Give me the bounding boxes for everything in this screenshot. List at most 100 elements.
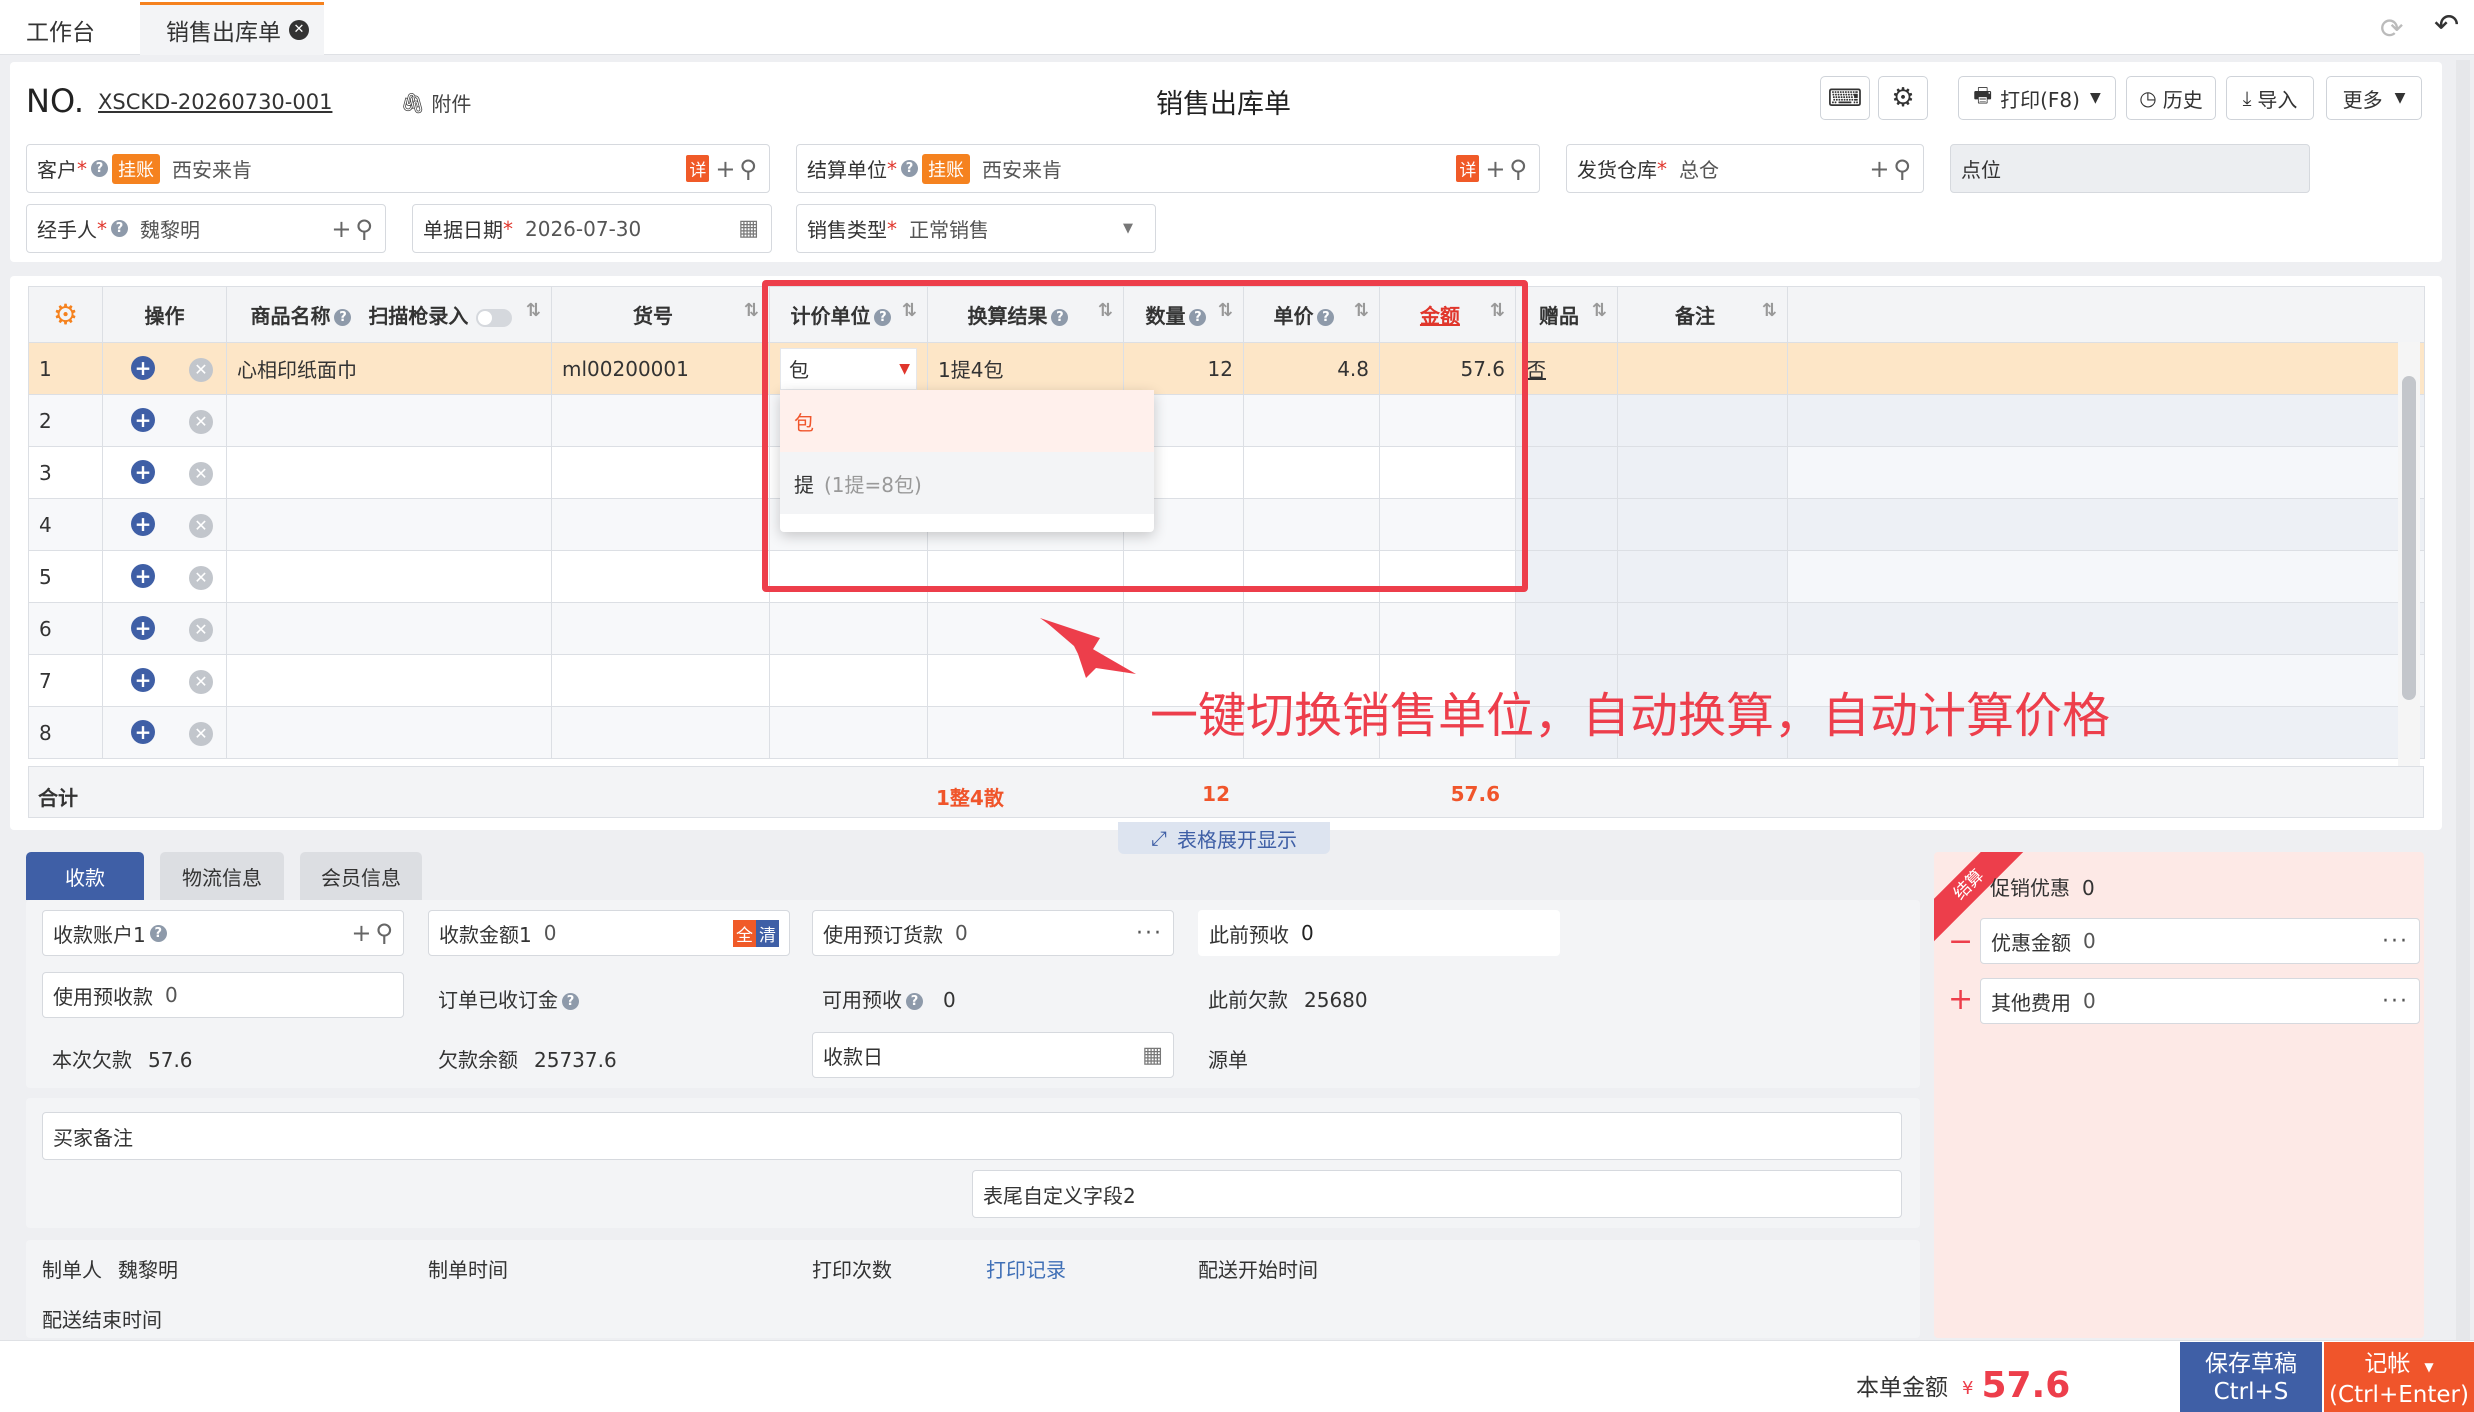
clear-button[interactable]: 清 — [756, 919, 779, 947]
col-remark[interactable]: 备注 ⇅ — [1617, 286, 1788, 343]
row-actions[interactable]: + ✕ — [102, 654, 227, 707]
table-cell[interactable] — [551, 602, 770, 655]
table-cell[interactable] — [1617, 550, 1788, 603]
tab-member[interactable]: 会员信息 — [300, 852, 422, 900]
close-icon[interactable]: ✕ — [289, 20, 309, 40]
pay-date-field[interactable]: 收款日 ▦ — [812, 1032, 1174, 1078]
row-actions[interactable]: + ✕ — [102, 498, 227, 551]
more-button[interactable]: 更多 ▼ — [2326, 76, 2422, 120]
table-cell[interactable] — [226, 706, 552, 759]
search-icon[interactable]: ⚲ — [1509, 155, 1527, 183]
table-cell[interactable] — [1243, 602, 1380, 655]
add-row-icon[interactable]: + — [131, 667, 155, 692]
col-name[interactable]: 商品名称? 扫描枪录入 ⇅ — [226, 286, 552, 343]
gear-icon[interactable]: ⚙ — [53, 298, 78, 331]
tab-payment[interactable]: 收款 — [26, 852, 144, 900]
discount-field[interactable]: 优惠金额 0 ··· — [1980, 918, 2420, 964]
table-row[interactable]: 6 + ✕ — [28, 602, 2425, 655]
add-row-icon[interactable]: + — [131, 407, 155, 432]
row-actions[interactable]: + ✕ — [102, 394, 227, 447]
table-cell[interactable] — [551, 446, 770, 499]
table-cell[interactable] — [1515, 394, 1618, 447]
search-icon[interactable]: ⚲ — [355, 215, 373, 243]
table-cell[interactable] — [1515, 550, 1618, 603]
attachment-link[interactable]: 🖇 附件 — [400, 88, 471, 117]
refresh-icon[interactable]: ⟳ — [2380, 12, 2403, 45]
cell-code[interactable]: ml00200001 — [551, 342, 770, 395]
page-scrollbar[interactable] — [2456, 60, 2470, 1340]
amount-field[interactable]: 收款金额1 0 全清 — [428, 910, 790, 956]
use-prepay-field[interactable]: 使用预收款 0 — [42, 972, 404, 1018]
table-cell[interactable] — [551, 706, 770, 759]
add-row-icon[interactable]: + — [131, 615, 155, 640]
table-cell[interactable] — [1787, 498, 2425, 551]
add-icon[interactable]: + — [351, 919, 371, 947]
keyboard-button[interactable]: ⌨ — [1820, 76, 1870, 120]
custom-field-2[interactable]: 表尾自定义字段2 — [972, 1170, 1902, 1218]
delete-row-icon[interactable]: ✕ — [189, 409, 213, 434]
add-icon[interactable]: + — [1485, 155, 1505, 183]
delete-row-icon[interactable]: ✕ — [189, 357, 213, 382]
table-cell[interactable] — [226, 498, 552, 551]
table-cell[interactable] — [551, 654, 770, 707]
table-cell[interactable] — [769, 654, 928, 707]
date-field[interactable]: 单据日期 * 2026-07-30 ▦ — [412, 204, 772, 253]
caret-down-icon[interactable]: ▼ — [2424, 1360, 2433, 1374]
table-cell[interactable] — [226, 654, 552, 707]
add-row-icon[interactable]: + — [131, 563, 155, 588]
col-gift[interactable]: 赠品 ⇅ — [1515, 286, 1618, 343]
calendar-icon[interactable]: ▦ — [1142, 1043, 1173, 1068]
table-cell[interactable] — [551, 394, 770, 447]
print-record-link[interactable]: 打印记录 — [986, 1254, 1066, 1283]
account-field[interactable]: 收款账户1? + ⚲ — [42, 910, 404, 956]
table-cell[interactable] — [1515, 498, 1618, 551]
settings-button[interactable]: ⚙ — [1878, 76, 1928, 120]
table-cell[interactable] — [1617, 498, 1788, 551]
sort-icon[interactable]: ⇅ — [526, 300, 541, 321]
handler-field[interactable]: 经手人 *? 魏黎明 + ⚲ — [26, 204, 386, 253]
table-cell[interactable] — [551, 498, 770, 551]
delete-row-icon[interactable]: ✕ — [189, 721, 213, 746]
delete-row-icon[interactable]: ✕ — [189, 565, 213, 590]
row-actions[interactable]: + ✕ — [102, 446, 227, 499]
table-cell[interactable] — [769, 706, 928, 759]
add-icon[interactable]: + — [715, 155, 735, 183]
prepay-goods-field[interactable]: 使用预订货款 0 ··· — [812, 910, 1174, 956]
search-icon[interactable]: ⚲ — [375, 919, 393, 947]
cell-name[interactable]: 心相印纸面巾 — [226, 342, 552, 395]
table-cell[interactable] — [1787, 446, 2425, 499]
cell-gift[interactable]: 否 — [1515, 342, 1618, 395]
order-number[interactable]: XSCKD-20260730-001 — [98, 90, 332, 114]
scrollbar-thumb[interactable] — [2402, 376, 2416, 700]
table-cell[interactable] — [1515, 602, 1618, 655]
save-draft-button[interactable]: 保存草稿 Ctrl+S — [2180, 1342, 2322, 1412]
table-cell[interactable] — [1787, 602, 2425, 655]
add-icon[interactable]: + — [1869, 155, 1889, 183]
add-row-icon[interactable]: + — [131, 511, 155, 536]
table-cell[interactable] — [551, 550, 770, 603]
detail-icon[interactable]: 详 — [686, 155, 710, 182]
table-cell[interactable] — [927, 706, 1124, 759]
search-icon[interactable]: ⚲ — [1893, 155, 1911, 183]
sort-icon[interactable]: ⇅ — [1592, 300, 1607, 321]
table-cell[interactable] — [769, 602, 928, 655]
sale-type-select[interactable]: 销售类型 * 正常销售 ▼ — [796, 204, 1156, 253]
tab-logistics[interactable]: 物流信息 — [160, 852, 284, 900]
col-code[interactable]: 货号 ⇅ — [551, 286, 770, 343]
undo-icon[interactable]: ↶ — [2434, 8, 2459, 43]
delete-row-icon[interactable]: ✕ — [189, 461, 213, 486]
other-fee-field[interactable]: 其他费用 0 ··· — [1980, 978, 2420, 1024]
more-icon[interactable]: ··· — [2382, 929, 2419, 954]
search-icon[interactable]: ⚲ — [739, 155, 757, 183]
table-cell[interactable] — [226, 446, 552, 499]
row-actions[interactable]: + ✕ — [102, 602, 227, 655]
detail-icon[interactable]: 详 — [1456, 155, 1480, 182]
expand-table-button[interactable]: ⤢ 表格展开显示 — [1118, 822, 1330, 854]
location-field[interactable]: 点位 — [1950, 144, 2310, 193]
buyer-remark-field[interactable]: 买家备注 — [42, 1112, 1902, 1160]
customer-field[interactable]: 客户 *? 挂账 西安来肯 详 + ⚲ — [26, 144, 770, 193]
delete-row-icon[interactable]: ✕ — [189, 617, 213, 642]
more-icon[interactable]: ··· — [2382, 989, 2419, 1014]
table-cell[interactable] — [226, 394, 552, 447]
table-cell[interactable] — [1787, 394, 2425, 447]
